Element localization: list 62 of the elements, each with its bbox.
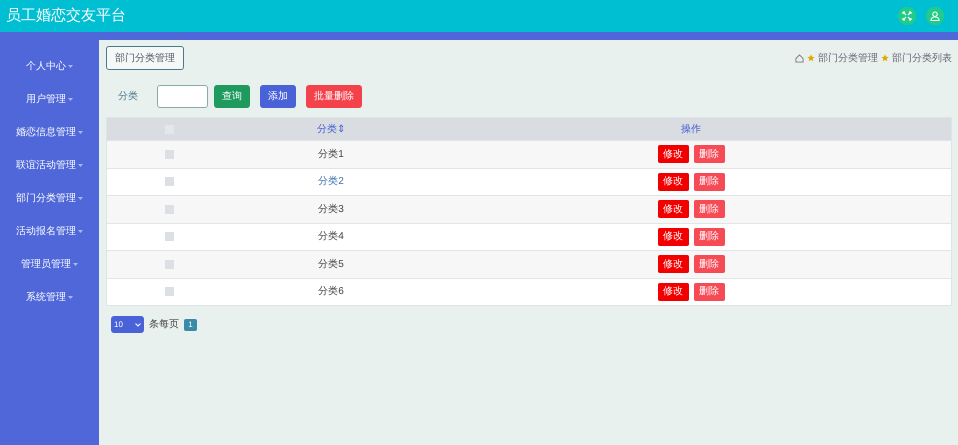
delete-button[interactable]: 删除 [694, 228, 724, 246]
sidebar-menu-item[interactable]: 婚恋信息管理 [16, 124, 83, 140]
breadcrumb-link[interactable]: 部门分类列表 [892, 50, 952, 66]
edit-button[interactable]: 修改 [658, 145, 688, 164]
delete-button[interactable]: 删除 [694, 145, 724, 164]
expand-arrows-icon [902, 11, 912, 21]
caret-icon [73, 262, 78, 266]
category-cell-text: 分类3 [318, 202, 344, 217]
sidebar-menu-item[interactable]: 个人中心 [26, 58, 73, 74]
caret-icon [78, 196, 83, 200]
delete-button[interactable]: 删除 [694, 200, 724, 218]
sidebar-menu-item[interactable]: 活动报名管理 [16, 223, 83, 239]
sidebar-menu-item[interactable]: 系统管理 [26, 289, 73, 305]
caret-icon [68, 98, 73, 100]
caret-icon [78, 130, 83, 134]
category-cell-text: 分类6 [318, 284, 344, 300]
page-button[interactable]: 1 [184, 318, 197, 330]
toolbar-button[interactable]: 查询 [214, 85, 250, 108]
home-icon [795, 54, 804, 62]
sidebar-menu-item[interactable]: 部门分类管理 [16, 190, 83, 206]
caret-icon [68, 296, 73, 298]
delete-button[interactable]: 删除 [694, 255, 724, 274]
toolbar-button[interactable]: 批量删除 [306, 85, 362, 108]
page-title: 部门分类管理 [106, 46, 184, 70]
edit-button[interactable]: 修改 [658, 255, 688, 274]
star-icon [807, 54, 815, 62]
column-header[interactable]: 分类⇕ [317, 122, 345, 136]
app-title: 员工婚恋交友平台 [6, 6, 126, 26]
caret-icon [68, 64, 73, 68]
caret-icon [78, 230, 83, 232]
sidebar-menu-item[interactable]: 管理员管理 [21, 256, 78, 272]
column-header: 操作 [681, 122, 701, 136]
row-checkbox[interactable] [164, 150, 174, 159]
edit-button[interactable]: 修改 [658, 172, 688, 191]
page-size-select[interactable]: 10 [111, 316, 144, 333]
toolbar-button[interactable]: 添加 [260, 85, 296, 108]
row-checkbox[interactable] [164, 204, 174, 214]
category-cell-text: 分类5 [318, 258, 344, 272]
fullscreen-button[interactable] [898, 7, 916, 25]
chevron-down-icon [135, 322, 141, 326]
category-cell-text: 分类2 [318, 174, 344, 190]
delete-button[interactable]: 删除 [694, 282, 724, 301]
edit-button[interactable]: 修改 [658, 282, 688, 301]
category-cell-text: 分类1 [318, 148, 344, 162]
row-checkbox[interactable] [164, 260, 174, 269]
category-cell-text: 分类4 [318, 230, 344, 244]
edit-button[interactable]: 修改 [658, 228, 688, 246]
per-page-label: 条每页 [149, 318, 179, 332]
row-checkbox[interactable] [164, 177, 174, 186]
delete-button[interactable]: 删除 [694, 172, 724, 191]
breadcrumb-link[interactable]: 部门分类管理 [818, 50, 878, 66]
row-checkbox[interactable] [164, 232, 174, 242]
star-icon [881, 54, 889, 62]
sidebar-menu-item[interactable]: 用户管理 [26, 91, 73, 107]
edit-button[interactable]: 修改 [658, 200, 688, 218]
caret-icon [78, 164, 83, 166]
user-icon [930, 11, 940, 21]
sidebar-menu-item[interactable]: 联谊活动管理 [16, 157, 83, 173]
row-checkbox[interactable] [164, 287, 174, 296]
category-label: 分类 [118, 90, 138, 104]
category-input[interactable] [157, 85, 208, 108]
user-button[interactable] [926, 7, 944, 25]
